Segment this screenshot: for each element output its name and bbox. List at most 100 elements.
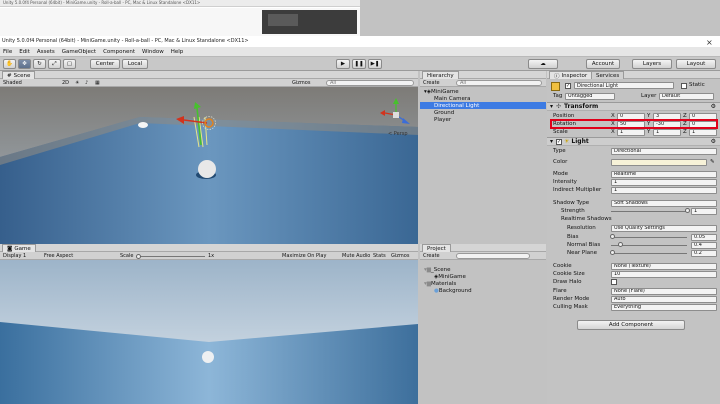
normal-bias-field[interactable]: 0.4 [691,241,717,249]
resolution-dropdown[interactable]: Use Quality Settings [611,224,717,232]
scale-tool-button[interactable]: ⤢ [48,59,61,69]
game-gizmos-dropdown[interactable]: Gizmos [391,253,409,259]
project-search-input[interactable] [456,253,530,259]
scale-slider-knob[interactable] [136,254,141,259]
collab-button[interactable]: ☁ [528,59,558,69]
project-create-dropdown[interactable]: Create [423,253,440,259]
player-sphere[interactable] [198,160,216,178]
scale-x-field[interactable]: 1 [617,128,645,136]
layout-dropdown[interactable]: Layout [676,59,716,69]
tab-services[interactable]: Services [591,71,625,79]
rotate-tool-button[interactable]: ↻ [33,59,46,69]
hierarchy-item-ground[interactable]: Ground [420,109,546,116]
project-item[interactable]: ● Background [420,287,546,294]
persp-label[interactable]: < Persp [388,131,408,137]
color-swatch[interactable] [611,158,707,166]
intensity-field[interactable]: 1 [611,178,717,186]
hierarchy-search-input[interactable]: All [456,80,542,86]
menu-window[interactable]: Window [142,49,164,55]
bias-slider-knob[interactable] [610,234,616,239]
scene-viewport[interactable]: < Persp [0,87,418,244]
scale-slider-track[interactable] [137,256,205,257]
menu-component[interactable]: Component [103,49,135,55]
tab-project[interactable]: Project [422,244,451,252]
tag-dropdown[interactable]: Untagged [565,92,615,100]
maximize-on-play-toggle[interactable]: Maximize On Play [282,253,326,259]
eyedropper-icon[interactable]: ✎ [710,159,715,165]
menu-gameobject[interactable]: GameObject [62,49,96,55]
scene-search-input[interactable]: All [326,80,414,86]
account-dropdown[interactable]: Account [586,59,620,69]
object-name-field[interactable]: Directional Light [574,82,674,89]
layer-dropdown[interactable]: Default [659,92,714,100]
near-plane-slider-knob[interactable] [610,250,616,255]
tab-game[interactable]: ◙ Game [2,244,36,252]
light-enabled-checkbox[interactable]: ✓ [556,138,563,145]
scale-z-field[interactable]: 1 [689,128,717,136]
tab-hierarchy[interactable]: Hierarchy [422,71,459,79]
audio-toggle-icon[interactable]: ♪ [85,80,88,86]
tab-scene[interactable]: # Scene [2,71,36,79]
near-plane-slider-track[interactable] [611,253,687,254]
component-settings-icon[interactable]: ⚙ [711,138,716,145]
normal-bias-slider-knob[interactable] [618,242,624,247]
pause-button[interactable]: ❚❚ [352,59,366,69]
scale-y-field[interactable]: 1 [653,128,681,136]
play-button[interactable]: ▶ [336,59,350,69]
indirect-field[interactable]: 1 [611,186,717,194]
stats-toggle[interactable]: Stats [373,253,386,259]
shading-dropdown[interactable]: Shaded [3,80,22,86]
strength-slider-track[interactable] [611,211,687,212]
project-item[interactable]: ◈ MiniGame [420,273,546,280]
camera-gizmo-icon[interactable] [138,122,148,128]
aspect-dropdown[interactable]: Free Aspect [44,253,73,259]
draw-halo-checkbox[interactable] [611,279,617,285]
hierarchy-item-directional-light[interactable]: Directional Light [420,102,546,109]
close-icon[interactable]: × [706,38,713,47]
transform-header[interactable]: ▾ ✣ Transform ⚙ [547,102,720,111]
static-checkbox[interactable] [681,83,687,89]
menu-assets[interactable]: Assets [37,49,55,55]
mode-dropdown[interactable]: Realtime [611,170,717,178]
hierarchy-create-dropdown[interactable]: Create [423,80,440,86]
cookie-field[interactable]: None (Texture) [611,262,717,270]
lighting-toggle-icon[interactable]: ☀ [75,80,79,86]
game-viewport[interactable] [0,260,418,404]
light-header[interactable]: ▾ ✓ ☀ Light ⚙ [547,137,720,146]
effects-toggle-icon[interactable]: ▦ [95,80,100,86]
project-item[interactable]: ▾▆ Materials [420,280,546,287]
step-button[interactable]: ▶❚ [368,59,382,69]
project-item[interactable]: ▾▆ _Scene [420,266,546,273]
move-tool-button[interactable]: ✥ [18,59,31,69]
type-dropdown[interactable]: Directional [611,147,717,155]
menu-file[interactable]: File [3,49,12,55]
add-component-button[interactable]: Add Component [577,320,685,330]
active-checkbox[interactable]: ✓ [565,83,571,89]
hand-tool-button[interactable]: ✋ [3,59,16,69]
pivot-local-button[interactable]: Local [122,59,148,69]
bias-slider-track[interactable] [611,237,687,238]
shadow-dropdown[interactable]: Soft Shadows [611,199,717,207]
flare-field[interactable]: None (Flare) [611,287,717,295]
hierarchy-item-player[interactable]: Player [420,116,546,123]
scene-gizmos-dropdown[interactable]: Gizmos [292,80,310,86]
hierarchy-item-main-camera[interactable]: Main Camera [420,95,546,102]
menu-edit[interactable]: Edit [19,49,30,55]
strength-slider-knob[interactable] [684,208,690,213]
cookie-size-field[interactable]: 10 [611,270,717,278]
pivot-center-button[interactable]: Center [90,59,120,69]
mute-audio-toggle[interactable]: Mute Audio [342,253,370,259]
tab-inspector[interactable]: ⓘ Inspector [549,71,593,80]
menu-help[interactable]: Help [171,49,184,55]
layers-dropdown[interactable]: Layers [632,59,672,69]
toggle-2d-button[interactable]: 2D [62,80,69,86]
display-dropdown[interactable]: Display 1 [3,253,26,259]
near-plane-field[interactable]: 0.2 [691,249,717,257]
render-mode-dropdown[interactable]: Auto [611,295,717,303]
strength-field[interactable]: 1 [691,207,717,215]
culling-mask-dropdown[interactable]: Everything [611,303,717,311]
hierarchy-scene-root[interactable]: ▾◈ MiniGame [420,88,546,95]
rect-tool-button[interactable]: ▢ [63,59,76,69]
component-settings-icon[interactable]: ⚙ [711,103,716,110]
bias-field[interactable]: 0.05 [691,233,717,241]
